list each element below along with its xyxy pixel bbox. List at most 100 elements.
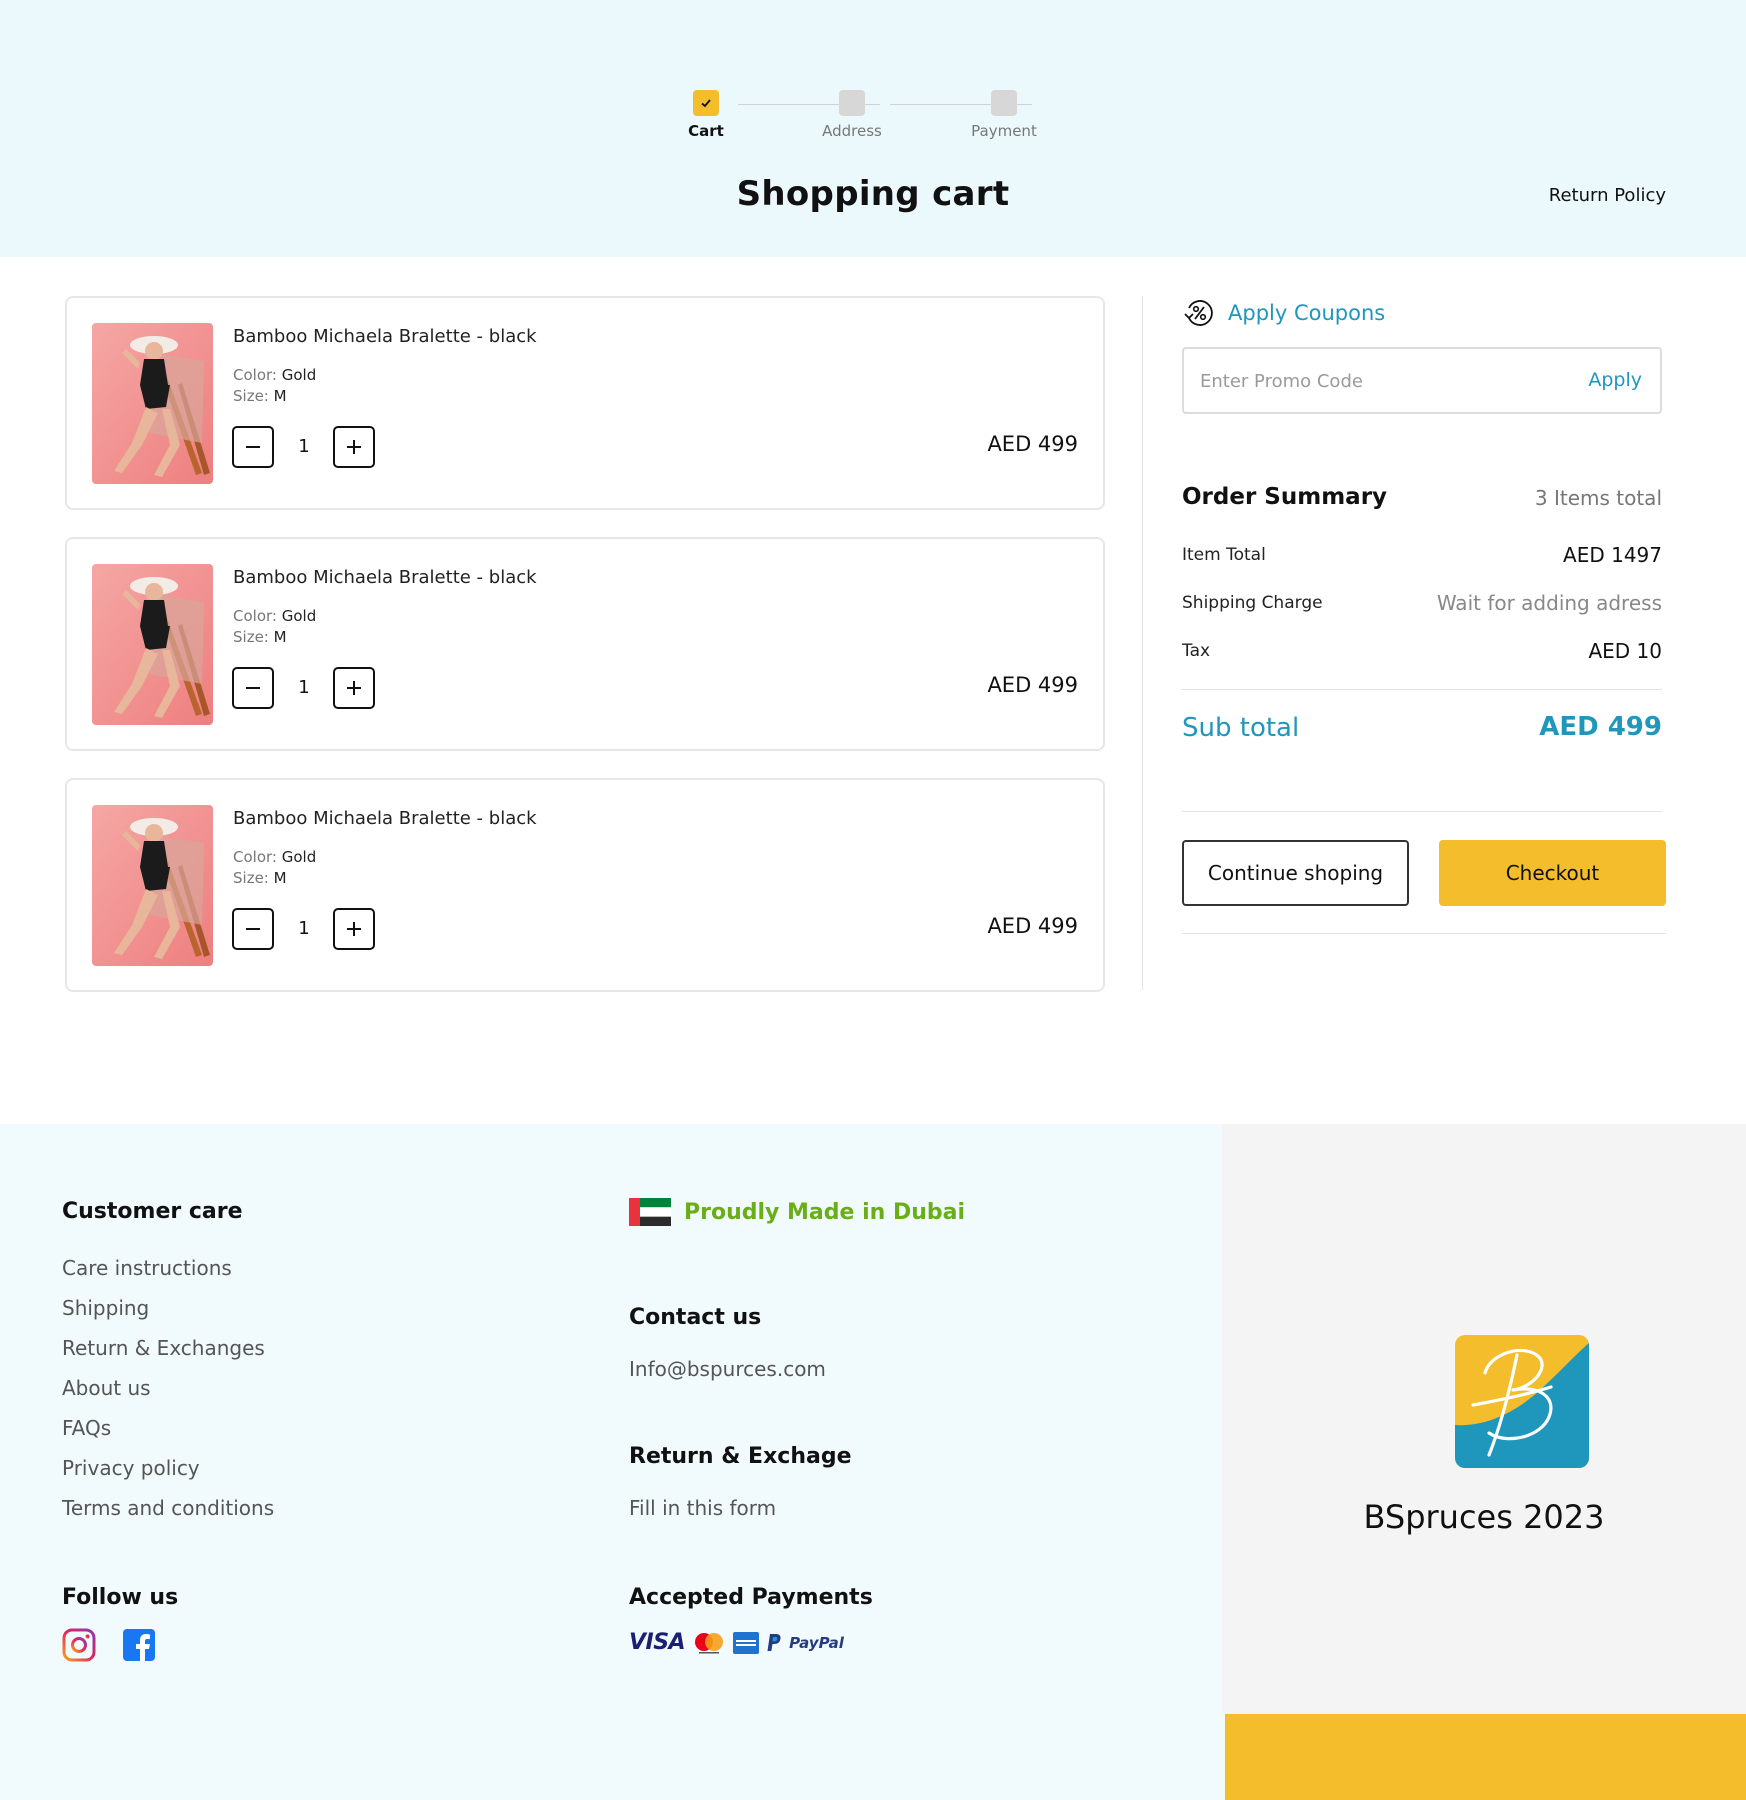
facebook-icon[interactable] [122,1628,156,1662]
plus-icon [347,681,361,695]
increase-quantity-button[interactable] [333,667,375,709]
product-image[interactable] [92,805,213,966]
bspruces-logo[interactable] [1455,1335,1589,1468]
product-price: AED 499 [987,432,1078,456]
product-price: AED 499 [987,673,1078,697]
step-marker [991,90,1017,116]
cart-item: Bamboo Michaela Bralette - black Color: … [65,778,1105,992]
uae-flag-icon [629,1198,671,1226]
return-policy-link[interactable]: Return Policy [1549,185,1666,206]
care-instructions-link[interactable]: Care instructions [62,1256,232,1280]
size-value: M [273,628,287,646]
cart-item: Bamboo Michaela Bralette - black Color: … [65,537,1105,751]
promo-code-box: Apply [1182,347,1662,414]
visa-logo: VISA [629,1630,686,1655]
product-color: Color: Gold [233,366,316,384]
return-exchange-title: Return & Exchage [629,1444,852,1469]
product-color: Color: Gold [233,607,316,625]
product-name[interactable]: Bamboo Michaela Bralette - black [233,567,537,588]
quantity-value: 1 [298,436,310,457]
increase-quantity-button[interactable] [333,908,375,950]
decrease-quantity-button[interactable] [232,908,274,950]
item-total-value: AED 1497 [1563,543,1662,567]
increase-quantity-button[interactable] [333,426,375,468]
color-label: Color: [233,366,277,384]
item-total-label: Item Total [1182,545,1266,565]
summary-divider [1182,811,1662,812]
privacy-policy-link[interactable]: Privacy policy [62,1456,200,1480]
step-address[interactable]: Address [802,90,902,140]
decrease-quantity-button[interactable] [232,667,274,709]
size-label: Size: [233,387,269,405]
product-size: Size: M [233,387,287,405]
promo-code-input[interactable] [1200,367,1560,395]
actions-divider [1182,933,1666,934]
return-exchanges-link[interactable]: Return & Exchanges [62,1336,265,1360]
apply-coupons-toggle[interactable]: Apply Coupons [1182,296,1385,330]
column-divider [1142,296,1143,990]
product-color: Color: Gold [233,848,316,866]
step-label: Cart [688,122,724,140]
product-image[interactable] [92,564,213,725]
size-label: Size: [233,628,269,646]
quantity-value: 1 [298,677,310,698]
made-in-dubai: Proudly Made in Dubai [629,1198,965,1226]
follow-us-title: Follow us [62,1585,179,1610]
brand-copyright: BSpruces 2023 [1363,1498,1605,1536]
color-value: Gold [281,848,317,866]
paypal-icon [767,1633,781,1651]
color-value: Gold [281,366,317,384]
color-label: Color: [233,607,277,625]
minus-icon [246,446,260,448]
plus-icon [347,440,361,454]
step-payment[interactable]: Payment [954,90,1054,140]
quantity-value: 1 [298,918,310,939]
subtotal-label: Sub total [1182,713,1300,743]
size-value: M [273,387,287,405]
apply-coupons-label: Apply Coupons [1228,301,1386,325]
cart-item: Bamboo Michaela Bralette - black Color: … [65,296,1105,510]
tax-label: Tax [1182,641,1211,661]
checkout-button[interactable]: Checkout [1439,840,1666,906]
page-title: Shopping cart [736,174,1010,214]
check-icon [693,90,719,116]
product-name[interactable]: Bamboo Michaela Bralette - black [233,326,537,347]
customer-care-title: Customer care [62,1199,243,1224]
terms-conditions-link[interactable]: Terms and conditions [62,1496,274,1520]
items-count: 3 Items total [1534,486,1662,510]
color-value: Gold [281,607,317,625]
payment-logos: VISA PayPal [629,1630,844,1655]
brand-accent-bar [1225,1714,1746,1800]
step-marker [839,90,865,116]
contact-email-link[interactable]: Info@bspurces.com [629,1357,826,1381]
apply-promo-button[interactable]: Apply [1588,369,1642,391]
product-size: Size: M [233,628,287,646]
order-summary-title: Order Summary [1182,484,1388,510]
return-form-link[interactable]: Fill in this form [629,1496,776,1520]
checkout-stepper: Cart Address Payment [676,90,1046,150]
product-price: AED 499 [987,914,1078,938]
about-us-link[interactable]: About us [62,1376,151,1400]
shipping-link[interactable]: Shipping [62,1296,149,1320]
minus-icon [246,928,260,930]
accepted-payments-title: Accepted Payments [629,1585,873,1610]
decrease-quantity-button[interactable] [232,426,274,468]
mastercard-icon [695,1632,724,1653]
product-image[interactable] [92,323,213,484]
color-label: Color: [233,848,277,866]
product-name[interactable]: Bamboo Michaela Bralette - black [233,808,537,829]
step-cart[interactable]: Cart [656,90,756,140]
size-value: M [273,869,287,887]
subtotal-value: AED 499 [1539,712,1662,742]
faqs-link[interactable]: FAQs [62,1416,111,1440]
product-size: Size: M [233,869,287,887]
instagram-icon[interactable] [62,1628,96,1662]
coupon-percent-icon [1184,300,1213,326]
tax-value: AED 10 [1588,639,1662,663]
continue-shopping-button[interactable]: Continue shoping [1182,840,1409,906]
contact-us-title: Contact us [629,1305,762,1330]
paypal-wordmark: PayPal [789,1633,844,1652]
summary-divider [1182,689,1662,690]
shipping-charge-value: Wait for adding adress [1436,591,1662,615]
made-in-label: Proudly Made in Dubai [684,1199,966,1225]
